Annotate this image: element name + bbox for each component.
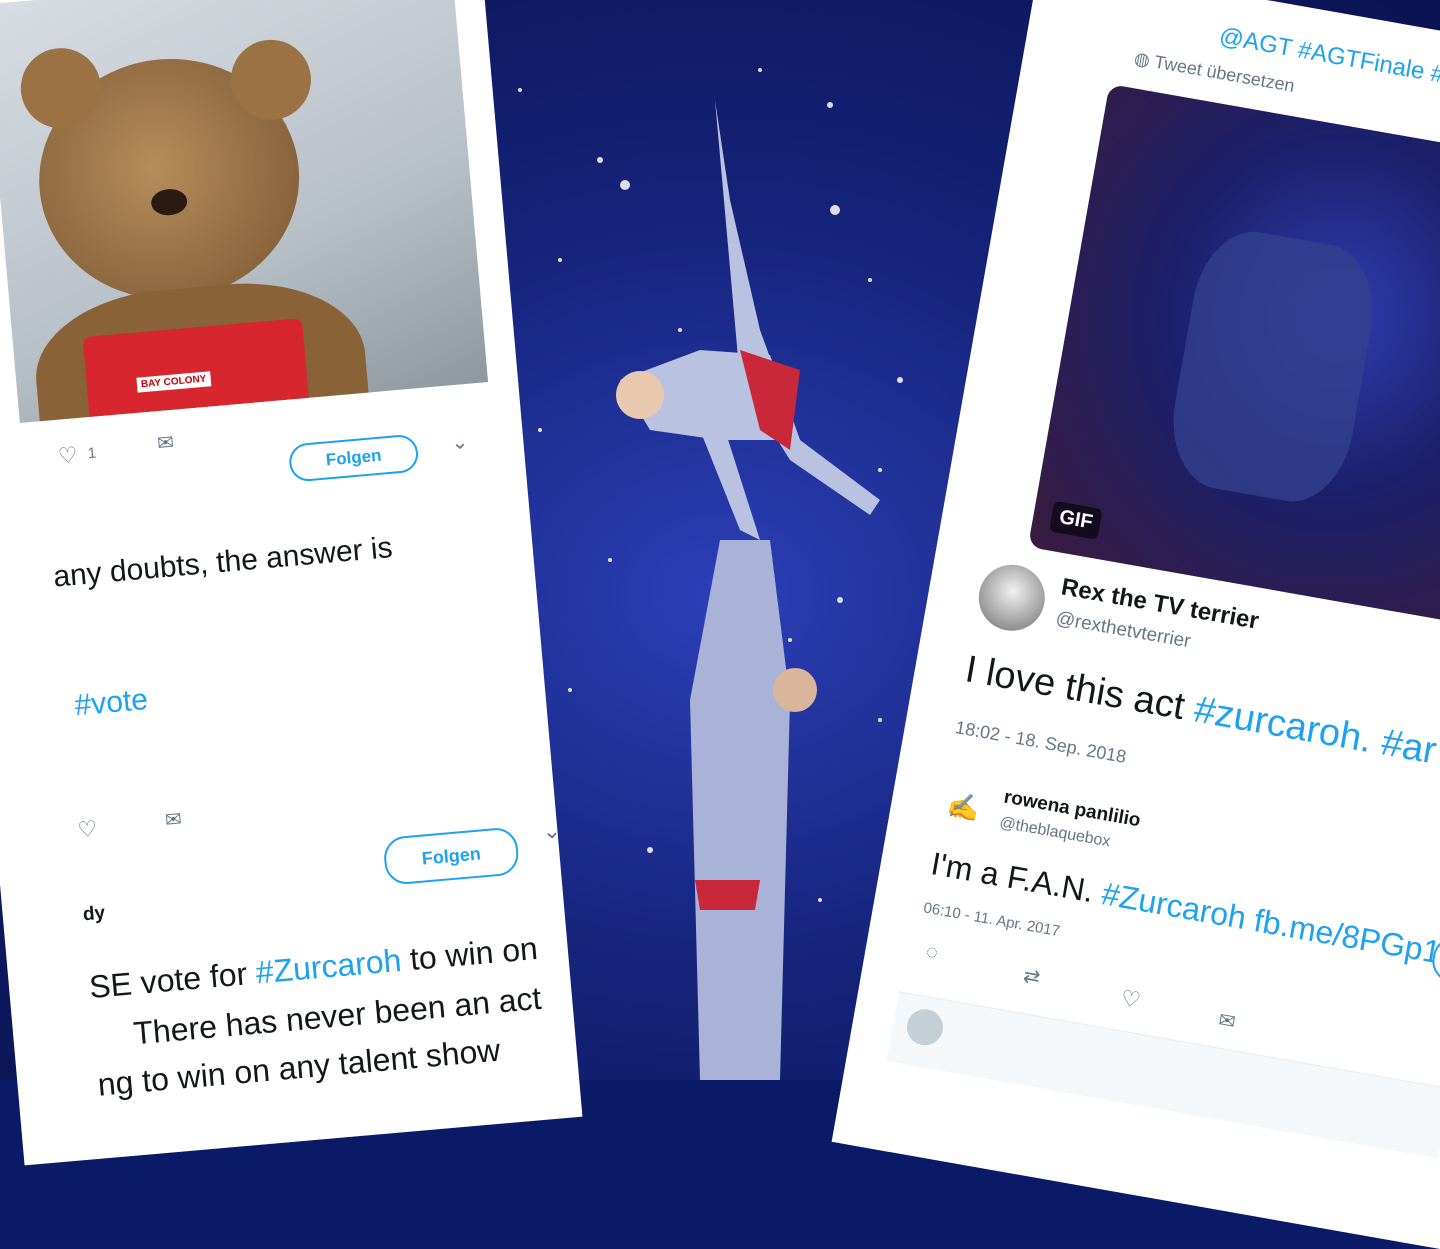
globe-icon: ◍ — [1132, 48, 1152, 71]
tweet-4-link[interactable]: fb.me/8PGp1dd — [1243, 901, 1440, 976]
user-avatar-placeholder — [904, 1006, 946, 1049]
tweet-2-hashtag[interactable]: #Zurcaroh — [254, 942, 402, 991]
reply-icon[interactable]: ◌ — [924, 940, 940, 965]
tweet-2-line-1-prefix: SE vote for — [87, 954, 258, 1006]
tweet-2-username-fragment: dy — [82, 902, 106, 926]
follow-button-2[interactable]: Folgen — [382, 826, 521, 886]
tweet-4-time[interactable]: 06:10 - 11. Apr. 2017 — [922, 899, 1061, 940]
tweet-2-line-1-suffix: to win on — [399, 929, 540, 978]
like-count: 1 — [87, 444, 97, 463]
heart-icon-3[interactable]: ♡ — [1119, 985, 1143, 1014]
tweet-1-text: any doubts, the answer is — [51, 531, 394, 594]
tweet-4-hashtag[interactable]: #Zurcaroh — [1099, 875, 1249, 936]
tweet-3-prefix: I love this act — [962, 648, 1199, 730]
retweet-icon[interactable]: ⇄ — [1021, 963, 1042, 991]
tweet-3-time[interactable]: 18:02 - 18. Sep. 2018 — [954, 717, 1128, 768]
gif-badge: GIF — [1048, 500, 1103, 540]
avatar-rowena[interactable]: ✍ — [938, 781, 989, 832]
tweet-1-hashtag[interactable]: #vote — [73, 683, 149, 723]
tweet-3-tail[interactable]: . #ar — [1357, 718, 1439, 773]
tweet-3-text: I love this act #zurcaroh. #ar — [962, 648, 1439, 773]
avatar-dog[interactable] — [973, 559, 1051, 637]
message-icon-3[interactable]: ✉ — [1217, 1007, 1238, 1035]
bear-apron — [82, 318, 313, 424]
tweet-3-hashtag[interactable]: #zurcaroh — [1191, 689, 1365, 760]
message-icon[interactable]: ✉ — [156, 430, 175, 456]
heart-icon[interactable]: ♡ — [57, 442, 79, 470]
message-icon-2[interactable]: ✉ — [164, 806, 183, 832]
left-tweet-panel: BAY COLONY ♡ 1 ✉ Folgen ⌄ any doubts, th… — [0, 0, 583, 1166]
tweet-4-prefix: I'm a F.A.N. — [928, 845, 1106, 911]
acrobat-base — [690, 540, 817, 1080]
acrobat-top — [616, 100, 880, 540]
tweet-4-text: I'm a F.A.N. #Zurcaroh fb.me/8PGp1dd — [928, 845, 1440, 977]
follow-button-1[interactable]: Folgen — [287, 433, 420, 483]
heart-icon-2[interactable]: ♡ — [76, 816, 98, 844]
gif-media[interactable]: GIF — [1027, 83, 1440, 624]
chevron-down-icon[interactable]: ⌄ — [450, 429, 469, 455]
gif-figure — [1161, 222, 1385, 511]
reply-box[interactable] — [886, 991, 1440, 1159]
teddy-bear-image: BAY COLONY — [0, 0, 489, 424]
